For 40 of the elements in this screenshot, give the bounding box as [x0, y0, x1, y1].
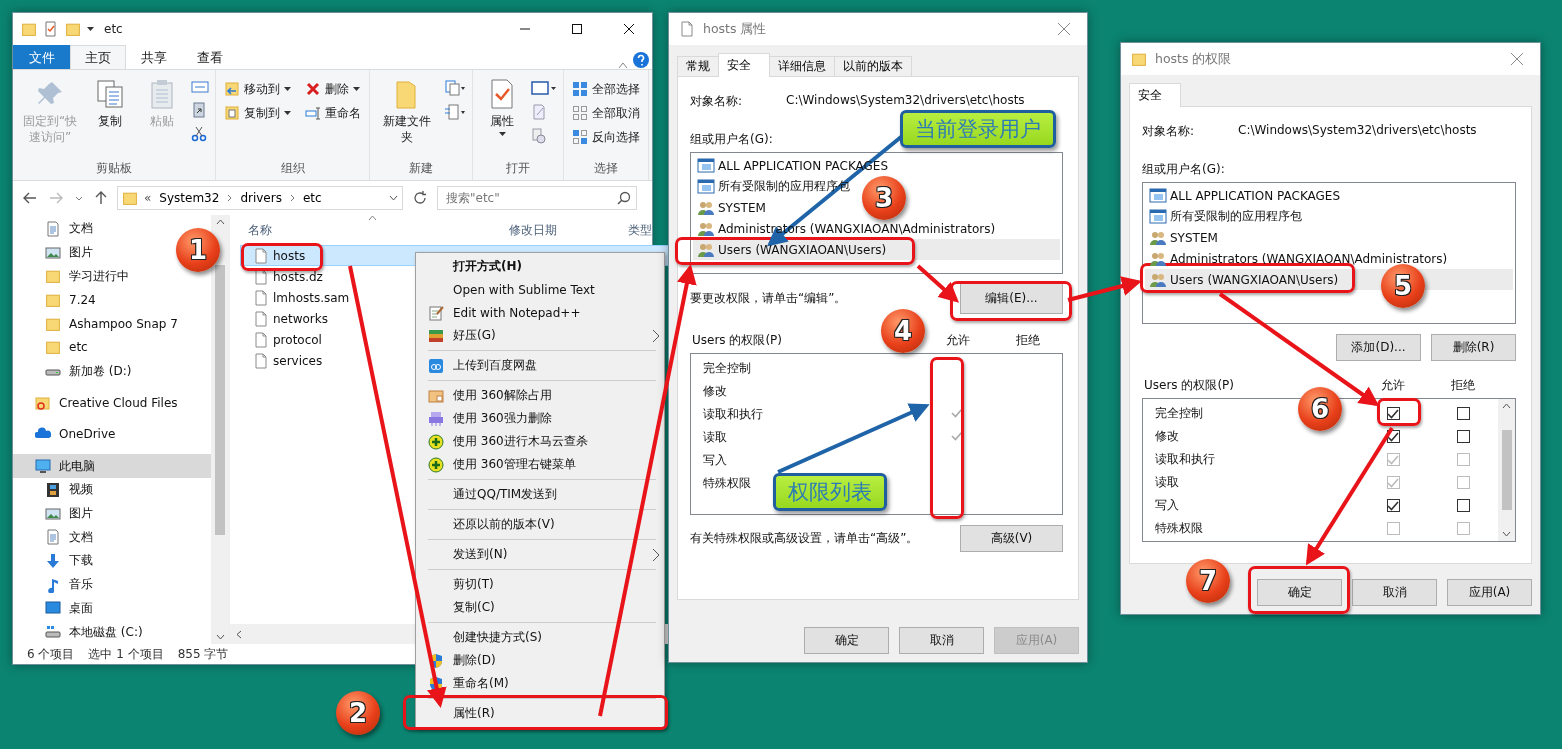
group-label: 组织	[279, 160, 306, 177]
permission-name: 完全控制	[703, 360, 751, 377]
permission-name: 读取和执行	[1155, 451, 1215, 468]
status-text: 6 个项目	[27, 645, 75, 663]
column-header: 允许	[945, 332, 971, 349]
field-label: 组或用户名(G):	[690, 131, 773, 148]
hint-text: 要更改权限，请单击“编辑”。	[690, 289, 847, 307]
field-label: Users 的权限(P)	[1144, 377, 1235, 394]
permission-name: 修改	[1155, 428, 1179, 445]
hint-text: 有关特殊权限或高级设置，请单击“高级”。	[690, 530, 919, 547]
permission-name: 修改	[703, 383, 727, 400]
permission-name: 特殊权限	[703, 475, 751, 492]
group-label: 剪贴板	[95, 160, 133, 177]
step-badge: 2	[336, 691, 380, 735]
column-header: 拒绝	[1015, 332, 1041, 349]
group-label: 打开	[505, 160, 531, 177]
status-text: 选中 1 个项目	[88, 645, 164, 663]
column-header: 拒绝	[1450, 377, 1476, 394]
field-label: 组或用户名(G):	[1142, 161, 1225, 178]
column-header: 允许	[1380, 377, 1406, 394]
permission-name: 读取	[703, 429, 727, 446]
status-text: 855 字节	[177, 645, 229, 663]
permission-name: 完全控制	[1155, 405, 1203, 422]
window-title: hosts 的权限	[1155, 50, 1232, 68]
permission-name: 读取	[1155, 474, 1179, 491]
permission-name: 写入	[703, 452, 727, 469]
window-title: hosts 属性	[703, 20, 767, 38]
object-path: C:\Windows\System32\drivers\etc\hosts	[786, 93, 1025, 109]
group-label: 选择	[593, 160, 619, 177]
callout: 当前登录用户	[900, 110, 1056, 148]
window-title: etc	[104, 22, 123, 36]
field-label: 对象名称:	[1142, 123, 1196, 140]
field-label: 对象名称:	[690, 93, 744, 110]
permission-name: 特殊权限	[1155, 520, 1203, 537]
permission-name: 读取和执行	[703, 406, 763, 423]
callout: 权限列表	[773, 473, 887, 511]
object-path: C:\Windows\System32\drivers\etc\hosts	[1238, 123, 1477, 139]
permission-name: 写入	[1155, 497, 1179, 514]
group-label: 新建	[408, 160, 434, 177]
field-label: Users 的权限(P)	[692, 332, 783, 349]
